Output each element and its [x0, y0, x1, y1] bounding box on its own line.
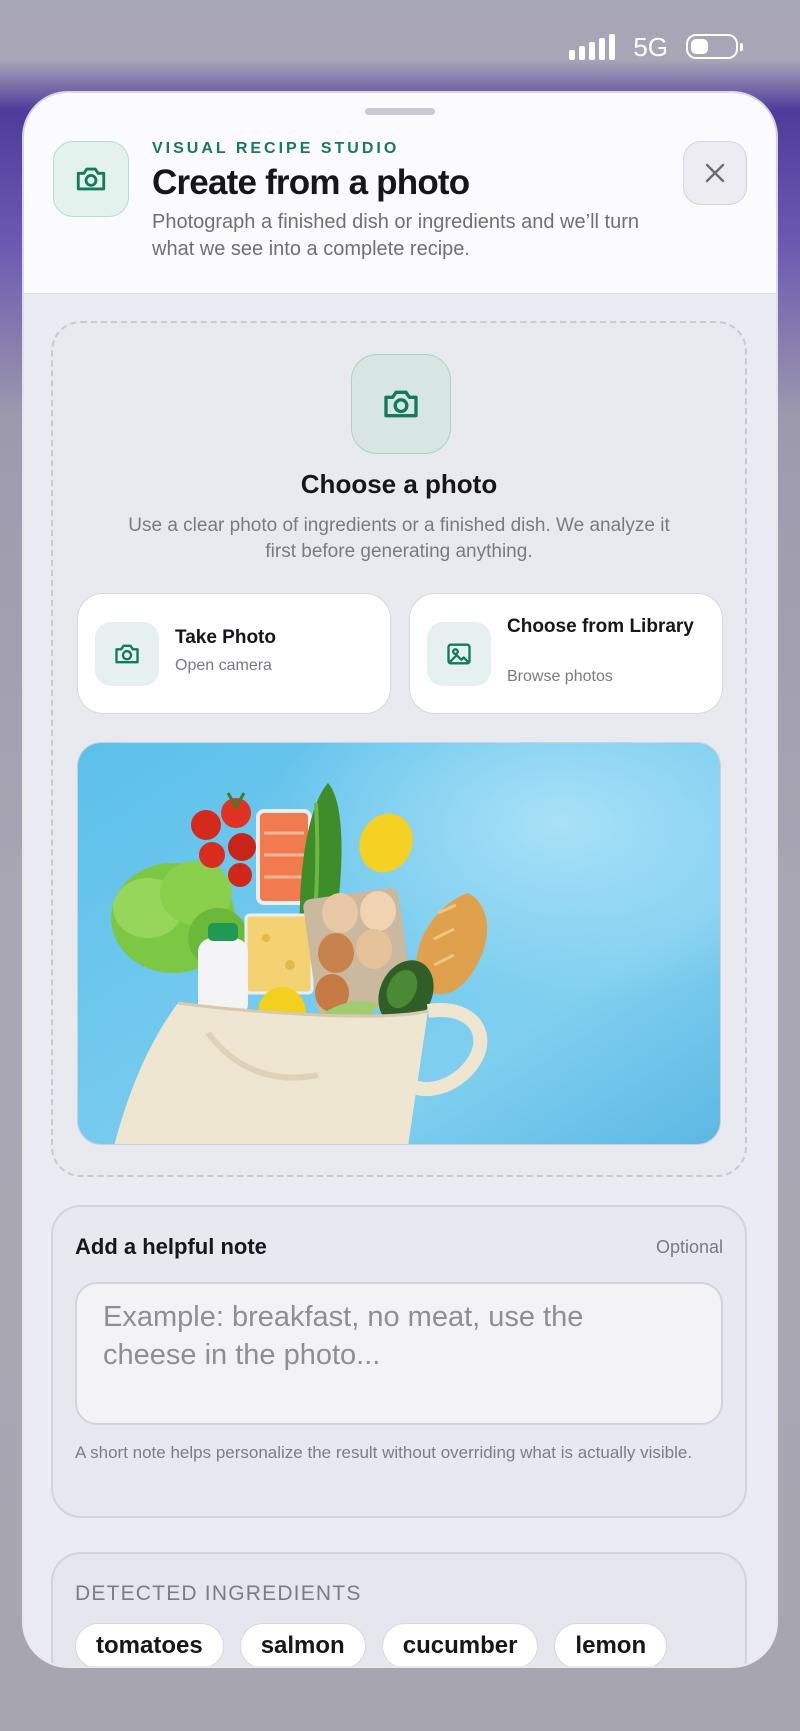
- eyebrow-label: VISUAL RECIPE STUDIO: [152, 140, 400, 157]
- optional-label: Optional: [655, 1237, 723, 1257]
- page-title: Create from a photo: [152, 163, 470, 202]
- image-icon: [427, 622, 491, 686]
- selected-photo: [77, 742, 721, 1145]
- detected-ingredients-card: DETECTED INGREDIENTS tomatoes salmon cuc…: [51, 1552, 747, 1666]
- signal-icon: [569, 34, 615, 60]
- take-photo-button[interactable]: Take Photo Open camera: [77, 593, 391, 714]
- note-help-text: A short note helps personalize the resul…: [75, 1443, 693, 1462]
- sheet-grabber[interactable]: [365, 108, 435, 115]
- ingredient-chips: tomatoes salmon cucumber lemon: [75, 1623, 668, 1666]
- ingredient-chip[interactable]: cucumber: [381, 1623, 539, 1666]
- choose-photo-title: Choose a photo: [300, 469, 498, 499]
- note-title: Add a helpful note: [75, 1234, 267, 1259]
- take-photo-sublabel: Open camera: [175, 657, 272, 674]
- battery-icon: [686, 34, 743, 59]
- sheet-header: VISUAL RECIPE STUDIO Create from a photo…: [24, 93, 776, 294]
- choose-from-library-label: Choose from Library: [507, 616, 694, 637]
- note-input[interactable]: Example: breakfast, no meat, use the che…: [75, 1282, 723, 1425]
- photo-upload-area[interactable]: Choose a photo Use a clear photo of ingr…: [51, 321, 747, 1177]
- choose-photo-description: Use a clear photo of ingredients or a fi…: [128, 515, 670, 562]
- camera-icon: [95, 622, 159, 686]
- camera-icon: [53, 141, 129, 217]
- camera-icon: [351, 354, 451, 454]
- ingredient-chip[interactable]: tomatoes: [75, 1623, 224, 1666]
- close-icon: [705, 163, 725, 183]
- page-subtitle: Photograph a finished dish or ingredient…: [152, 211, 639, 260]
- network-label: 5G: [633, 32, 668, 62]
- ingredient-chip[interactable]: lemon: [554, 1623, 668, 1666]
- choose-from-library-button[interactable]: Choose from Library Browse photos: [409, 593, 723, 714]
- detected-ingredients-label: DETECTED INGREDIENTS: [75, 1582, 362, 1605]
- note-placeholder: Example: breakfast, no meat, use the che…: [103, 1301, 584, 1371]
- choose-from-library-sublabel: Browse photos: [507, 668, 613, 685]
- status-bar: 5G: [0, 0, 800, 96]
- create-from-photo-sheet: VISUAL RECIPE STUDIO Create from a photo…: [24, 93, 776, 1666]
- helpful-note-card: Add a helpful note Optional Example: bre…: [51, 1205, 747, 1518]
- cheese: [244, 913, 314, 995]
- take-photo-label: Take Photo: [175, 627, 276, 648]
- ingredient-chip[interactable]: salmon: [239, 1623, 366, 1666]
- close-button[interactable]: [683, 141, 747, 205]
